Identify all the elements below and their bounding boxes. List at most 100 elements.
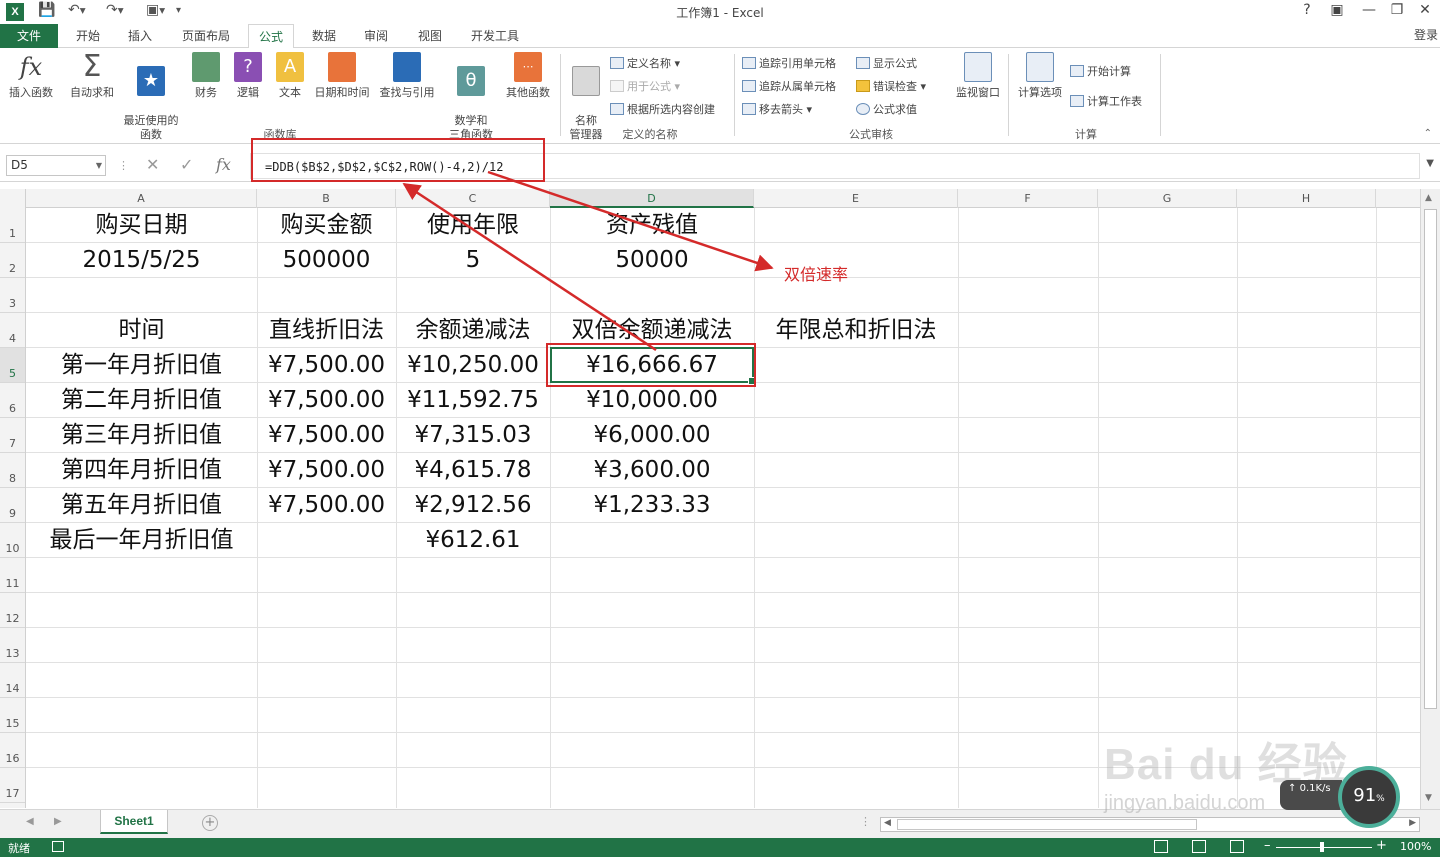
touch-mode-icon[interactable]: ▣▾ (146, 2, 165, 18)
row-header[interactable]: 2 (0, 243, 25, 278)
add-sheet-icon[interactable]: + (202, 815, 218, 831)
page-break-view-icon[interactable] (1230, 840, 1244, 853)
cell-b7[interactable]: ¥7,500.00 (257, 418, 396, 452)
cell-c5[interactable]: ¥10,250.00 (396, 348, 550, 382)
cell-c1[interactable]: 使用年限 (396, 208, 550, 242)
row-header[interactable]: 7 (0, 418, 25, 453)
customize-icon[interactable]: ▾ (176, 5, 181, 16)
cell-b9[interactable]: ¥7,500.00 (257, 488, 396, 522)
more-functions-button[interactable]: ⋯ 其他函数 (502, 52, 554, 100)
scroll-left-icon[interactable]: ◀ (884, 818, 891, 828)
column-header-e[interactable]: E (754, 189, 958, 208)
row-header-selected[interactable]: 5 (0, 348, 25, 383)
scroll-down-icon[interactable]: ▼ (1425, 793, 1432, 803)
row-header[interactable]: 8 (0, 453, 25, 488)
redo-icon[interactable]: ↷▾ (106, 2, 124, 18)
chevron-down-icon[interactable]: ▼ (96, 156, 102, 175)
cell-d2[interactable]: 50000 (550, 243, 754, 277)
define-name-button[interactable]: 定义名称 ▾ (610, 54, 680, 74)
page-layout-view-icon[interactable] (1192, 840, 1206, 853)
column-header-f[interactable]: F (958, 189, 1098, 208)
tab-insert[interactable]: 插入 (118, 24, 162, 48)
horizontal-scroll-thumb[interactable] (897, 819, 1197, 830)
column-header-c[interactable]: C (396, 189, 550, 208)
cell-c7[interactable]: ¥7,315.03 (396, 418, 550, 452)
row-header[interactable]: 6 (0, 383, 25, 418)
sheet-tab[interactable]: Sheet1 (100, 810, 168, 834)
row-header[interactable]: 3 (0, 278, 25, 313)
collapse-ribbon-icon[interactable]: ⌃ (1424, 128, 1432, 139)
select-all-corner[interactable] (0, 189, 26, 208)
zoom-in-icon[interactable]: + (1376, 838, 1387, 853)
normal-view-icon[interactable] (1154, 840, 1168, 853)
macro-record-icon[interactable] (52, 841, 64, 852)
name-manager-button[interactable]: 名称 管理器 (564, 52, 608, 142)
minimize-icon[interactable]: — (1358, 2, 1380, 18)
financial-button[interactable]: 财务 (186, 52, 226, 100)
calculate-sheet-button[interactable]: 计算工作表 (1070, 92, 1142, 112)
cell-c6[interactable]: ¥11,592.75 (396, 383, 550, 417)
cancel-icon[interactable]: ✕ (146, 155, 159, 174)
row-header[interactable]: 14 (0, 663, 25, 698)
cell-d8[interactable]: ¥3,600.00 (550, 453, 754, 487)
cell-d7[interactable]: ¥6,000.00 (550, 418, 754, 452)
lookup-reference-button[interactable]: 查找与引用 (374, 52, 440, 100)
zoom-level[interactable]: 100% (1400, 840, 1431, 853)
close-icon[interactable]: ✕ (1414, 2, 1436, 18)
undo-icon[interactable]: ↶▾ (68, 2, 86, 18)
zoom-slider-knob[interactable] (1320, 842, 1324, 852)
cell-d9[interactable]: ¥1,233.33 (550, 488, 754, 522)
row-header[interactable]: 17 (0, 768, 25, 803)
column-header-h[interactable]: H (1237, 189, 1376, 208)
watch-window-button[interactable]: 监视窗口 (950, 52, 1006, 100)
cell-b6[interactable]: ¥7,500.00 (257, 383, 396, 417)
enter-icon[interactable]: ✓ (180, 155, 193, 174)
logical-button[interactable]: ? 逻辑 (228, 52, 268, 100)
cell-c10[interactable]: ¥612.61 (396, 523, 550, 557)
prev-sheet-icon[interactable]: ◀ (26, 816, 34, 827)
help-icon[interactable]: ? (1296, 2, 1318, 18)
column-header-a[interactable]: A (26, 189, 257, 208)
scroll-up-icon[interactable]: ▲ (1425, 193, 1432, 203)
date-time-button[interactable]: 日期和时间 (310, 52, 374, 100)
column-header-b[interactable]: B (257, 189, 396, 208)
cell-a9[interactable]: 第五年月折旧值 (26, 488, 257, 522)
row-header[interactable]: 15 (0, 698, 25, 733)
cell-a8[interactable]: 第四年月折旧值 (26, 453, 257, 487)
cell-b4[interactable]: 直线折旧法 (257, 313, 396, 347)
calculate-now-button[interactable]: 开始计算 (1070, 62, 1131, 82)
cell-d4[interactable]: 双倍余额递减法 (550, 313, 754, 347)
tab-page-layout[interactable]: 页面布局 (172, 24, 240, 48)
row-header[interactable]: 4 (0, 313, 25, 348)
vertical-scrollbar[interactable]: ▲ ▼ (1420, 189, 1440, 809)
autosum-button[interactable]: Σ 自动求和 (64, 52, 120, 100)
cell-a4[interactable]: 时间 (26, 313, 257, 347)
save-icon[interactable]: 💾 (38, 2, 55, 18)
next-sheet-icon[interactable]: ▶ (54, 816, 62, 827)
cell-c9[interactable]: ¥2,912.56 (396, 488, 550, 522)
ribbon-display-icon[interactable]: ▣ (1326, 2, 1348, 18)
error-checking-button[interactable]: 错误检查 ▾ (856, 77, 926, 97)
cell-a10[interactable]: 最后一年月折旧值 (26, 523, 257, 557)
cell-c2[interactable]: 5 (396, 243, 550, 277)
cell-a6[interactable]: 第二年月折旧值 (26, 383, 257, 417)
text-button[interactable]: A 文本 (270, 52, 310, 100)
tab-review[interactable]: 审阅 (354, 24, 398, 48)
calculation-options-button[interactable]: 计算选项 (1012, 52, 1068, 100)
zoom-slider[interactable] (1276, 847, 1372, 848)
cell-d1[interactable]: 资产残值 (550, 208, 754, 242)
tab-data[interactable]: 数据 (302, 24, 346, 48)
login-link[interactable]: 登录 (1414, 26, 1438, 43)
column-header-g[interactable]: G (1098, 189, 1237, 208)
cell-a1[interactable]: 购买日期 (26, 208, 257, 242)
cell-b5[interactable]: ¥7,500.00 (257, 348, 396, 382)
row-header[interactable]: 16 (0, 733, 25, 768)
show-formulas-button[interactable]: 显示公式 (856, 54, 917, 74)
memory-usage-ring[interactable]: 91% (1338, 766, 1400, 828)
cell-b8[interactable]: ¥7,500.00 (257, 453, 396, 487)
cell-e4[interactable]: 年限总和折旧法 (754, 313, 958, 347)
recently-used-button[interactable]: ★ 最近使用的 函数 (118, 52, 184, 142)
cell-c4[interactable]: 余额递减法 (396, 313, 550, 347)
row-header[interactable]: 10 (0, 523, 25, 558)
cell-c8[interactable]: ¥4,615.78 (396, 453, 550, 487)
